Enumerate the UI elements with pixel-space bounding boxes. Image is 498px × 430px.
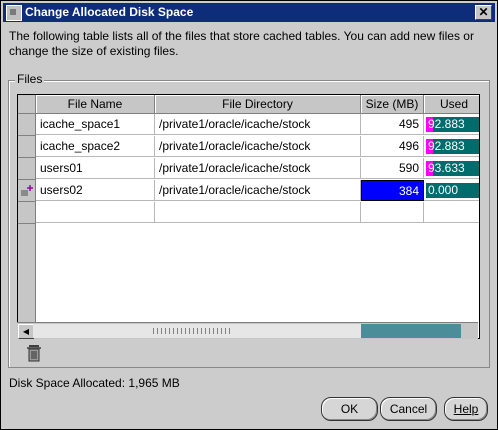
cell-file-directory[interactable]: /private1/oracle/icache/stock bbox=[155, 180, 361, 201]
used-value: 92.883 bbox=[428, 139, 465, 153]
cell-size[interactable]: 590 bbox=[361, 158, 424, 179]
help-button[interactable]: Help bbox=[444, 397, 488, 421]
used-bar: 92.883 bbox=[426, 117, 479, 132]
cell-file-name[interactable]: icache_space1 bbox=[36, 114, 155, 135]
table-corner bbox=[18, 95, 36, 114]
header-file-name[interactable]: File Name bbox=[36, 95, 155, 114]
disk-space-value: 1,965 MB bbox=[128, 376, 180, 390]
header-size[interactable]: Size (MB) bbox=[361, 95, 424, 114]
window-title: Change Allocated Disk Space bbox=[25, 5, 194, 19]
cell-empty[interactable] bbox=[155, 202, 361, 223]
horizontal-scrollbar[interactable]: ◀ bbox=[17, 322, 478, 339]
header-used[interactable]: Used bbox=[424, 95, 479, 114]
new-row-icon bbox=[21, 185, 33, 196]
files-group-label: Files bbox=[15, 72, 45, 86]
cell-file-name[interactable]: icache_space2 bbox=[36, 136, 155, 157]
cell-size-selected[interactable]: 384 bbox=[361, 180, 424, 201]
cell-file-directory[interactable]: /private1/oracle/icache/stock bbox=[155, 158, 361, 179]
cell-used: 92.883 bbox=[424, 136, 479, 157]
used-bar: 92.883 bbox=[426, 139, 479, 154]
used-bar: 0.000 bbox=[426, 183, 479, 198]
cell-empty[interactable] bbox=[424, 202, 479, 223]
close-button[interactable]: ✕ bbox=[475, 5, 492, 20]
row-header[interactable] bbox=[18, 158, 36, 180]
title-bar: Change Allocated Disk Space ✕ bbox=[3, 3, 495, 22]
ok-button[interactable]: OK bbox=[321, 397, 378, 421]
cell-used: 92.883 bbox=[424, 114, 479, 135]
help-button-label: Help bbox=[453, 402, 479, 416]
header-file-directory[interactable]: File Directory bbox=[155, 95, 361, 114]
disk-space-status: Disk Space Allocated: 1,965 MB bbox=[9, 376, 180, 390]
trash-icon[interactable] bbox=[26, 344, 42, 362]
row-header[interactable] bbox=[18, 202, 36, 224]
row-header[interactable] bbox=[18, 136, 36, 158]
scroll-left-button[interactable]: ◀ bbox=[18, 324, 34, 339]
cell-file-directory[interactable]: /private1/oracle/icache/stock bbox=[155, 136, 361, 157]
row-header[interactable] bbox=[18, 114, 36, 136]
row-header[interactable] bbox=[18, 180, 36, 202]
window-icon bbox=[6, 5, 22, 21]
scroll-grip bbox=[153, 328, 231, 334]
used-value: 93.633 bbox=[428, 161, 465, 175]
used-value: 92.883 bbox=[428, 117, 465, 131]
cell-used: 0.000 bbox=[424, 180, 479, 201]
files-table: File Name File Directory Size (MB) Used … bbox=[17, 94, 480, 339]
scroll-track[interactable] bbox=[33, 324, 361, 338]
cell-used: 93.633 bbox=[424, 158, 479, 179]
cancel-button[interactable]: Cancel bbox=[380, 397, 437, 421]
disk-space-label: Disk Space Allocated: bbox=[9, 376, 126, 390]
used-bar: 93.633 bbox=[426, 161, 479, 176]
cell-file-name[interactable]: users01 bbox=[36, 158, 155, 179]
cell-empty[interactable] bbox=[361, 202, 424, 223]
description-text: The following table lists all of the fil… bbox=[9, 29, 474, 58]
used-value: 0.000 bbox=[428, 183, 459, 197]
cell-file-name[interactable]: users02 bbox=[36, 180, 155, 201]
scroll-thumb[interactable] bbox=[361, 324, 461, 338]
cell-size[interactable]: 496 bbox=[361, 136, 424, 157]
cell-file-directory[interactable]: /private1/oracle/icache/stock bbox=[155, 114, 361, 135]
cell-size[interactable]: 495 bbox=[361, 114, 424, 135]
cell-empty[interactable] bbox=[36, 202, 155, 223]
